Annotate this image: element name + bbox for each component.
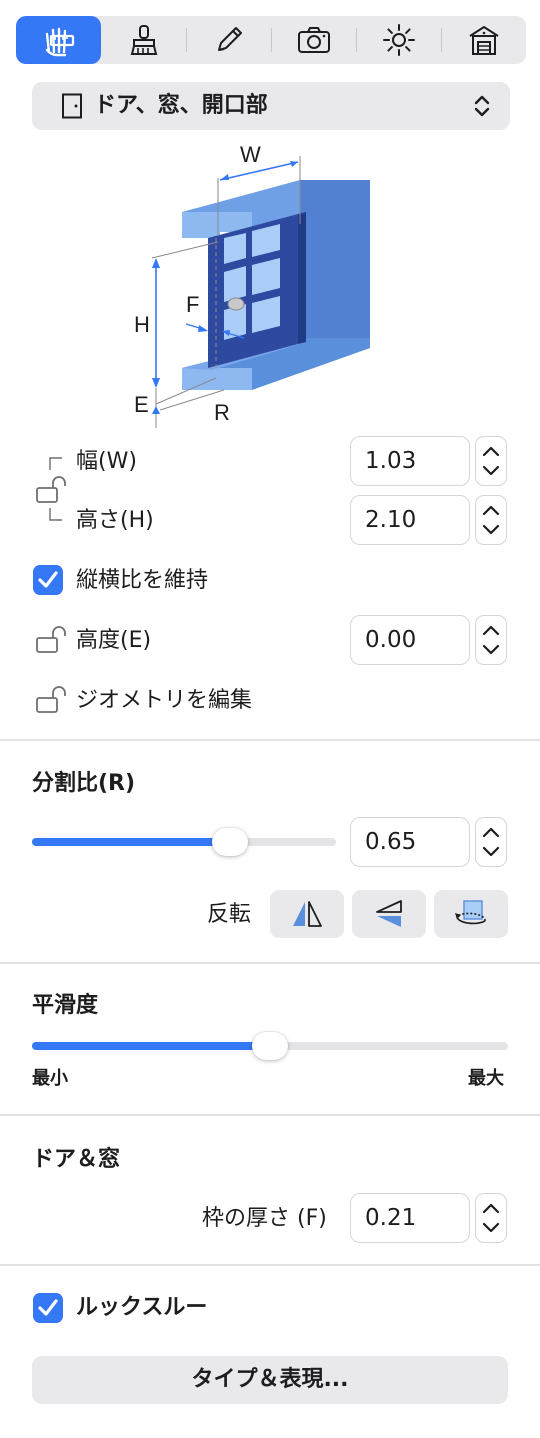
split-ratio-stepper[interactable]: [475, 817, 507, 867]
smoothness-min-label: 最小: [32, 1068, 68, 1089]
object-type-popup[interactable]: ドア、窓、開口部: [32, 82, 510, 130]
width-label: 幅(W): [76, 449, 137, 474]
diagram-label-w: W: [240, 142, 261, 167]
split-ratio-field[interactable]: 0.65: [350, 817, 470, 867]
checkmark-icon: [38, 571, 58, 588]
height-stepper[interactable]: [475, 495, 507, 545]
wall-bottom-front: [182, 368, 252, 390]
slider-fill: [32, 838, 230, 846]
window-dimension-diagram: W H F E R: [134, 142, 370, 428]
door-icon: [62, 93, 82, 119]
tab-scene[interactable]: [441, 16, 526, 64]
flip-label: 反転: [207, 902, 252, 927]
rotate-button[interactable]: [434, 890, 508, 938]
frame-thickness-stepper[interactable]: [475, 1193, 507, 1243]
slider-fill: [32, 1042, 270, 1050]
stepper-arrows-icon: [482, 446, 500, 476]
flip-horizontal-button[interactable]: [270, 890, 344, 938]
unlock-icon[interactable]: [34, 686, 68, 716]
elevation-field[interactable]: 0.00: [350, 615, 470, 665]
frame-thickness-field[interactable]: 0.21: [350, 1193, 470, 1243]
elevation-label: 高度(E): [76, 628, 152, 653]
stepper-arrows-icon: [482, 625, 500, 655]
house-icon: [468, 26, 499, 55]
flip-vertical-icon: [376, 900, 402, 927]
height-label: 高さ(H): [76, 508, 154, 533]
door-window-title: ドア＆窓: [32, 1147, 121, 1172]
smoothness-slider[interactable]: [32, 1032, 508, 1060]
rotate-icon: [455, 900, 486, 925]
frame-thickness-label: 枠の厚さ (F): [202, 1206, 327, 1231]
paint-brush-icon: [130, 25, 157, 55]
measure-hand-icon: [45, 27, 74, 57]
elevation-stepper[interactable]: [475, 615, 507, 665]
split-ratio-slider[interactable]: [32, 828, 336, 856]
look-through-label: ルックスルー: [76, 1295, 208, 1320]
unlock-icon[interactable]: [34, 476, 68, 506]
flip-vertical-button[interactable]: [352, 890, 426, 938]
width-stepper[interactable]: [475, 436, 507, 486]
camera-icon: [297, 27, 330, 53]
slider-thumb[interactable]: [211, 828, 248, 856]
stepper-arrows-icon: [482, 827, 500, 857]
keep-ratio-label: 縦横比を維持: [76, 568, 209, 593]
smoothness-max-label: 最大: [468, 1068, 504, 1089]
height-field[interactable]: 2.10: [350, 495, 470, 545]
object-type-label: ドア、窓、開口部: [94, 93, 268, 118]
divider: [0, 1114, 540, 1116]
tab-lighting[interactable]: [356, 16, 441, 64]
stepper-arrows-icon: [482, 505, 500, 535]
checkmark-icon: [38, 1299, 58, 1316]
divider: [0, 1264, 540, 1266]
diagram-label-e: E: [134, 392, 149, 417]
tab-edit[interactable]: [186, 16, 271, 64]
sun-icon: [382, 24, 415, 56]
divider: [0, 962, 540, 964]
slider-thumb[interactable]: [252, 1032, 288, 1060]
tab-material[interactable]: [101, 16, 186, 64]
split-ratio-title: 分割比(R): [32, 771, 136, 796]
unlock-icon[interactable]: [34, 626, 68, 656]
edit-geometry-label[interactable]: ジオメトリを編集: [76, 687, 252, 715]
width-field[interactable]: 1.03: [350, 436, 470, 486]
tab-camera[interactable]: [271, 16, 356, 64]
inspector-toolbar: [16, 16, 526, 64]
keep-ratio-checkbox[interactable]: [33, 565, 63, 595]
pencil-icon: [217, 27, 242, 51]
flip-horizontal-icon: [293, 901, 322, 927]
tab-measure[interactable]: [16, 16, 101, 64]
diagram-label-r: R: [214, 400, 230, 425]
type-representation-button[interactable]: タイプ＆表現...: [32, 1356, 508, 1404]
diagram-label-f: F: [186, 292, 199, 317]
diagram-label-h: H: [134, 312, 150, 337]
divider: [0, 739, 540, 741]
look-through-checkbox[interactable]: [33, 1293, 63, 1323]
stepper-arrows-icon: [482, 1203, 500, 1233]
chevron-up-down-icon: [474, 95, 490, 117]
smoothness-title: 平滑度: [32, 993, 99, 1018]
